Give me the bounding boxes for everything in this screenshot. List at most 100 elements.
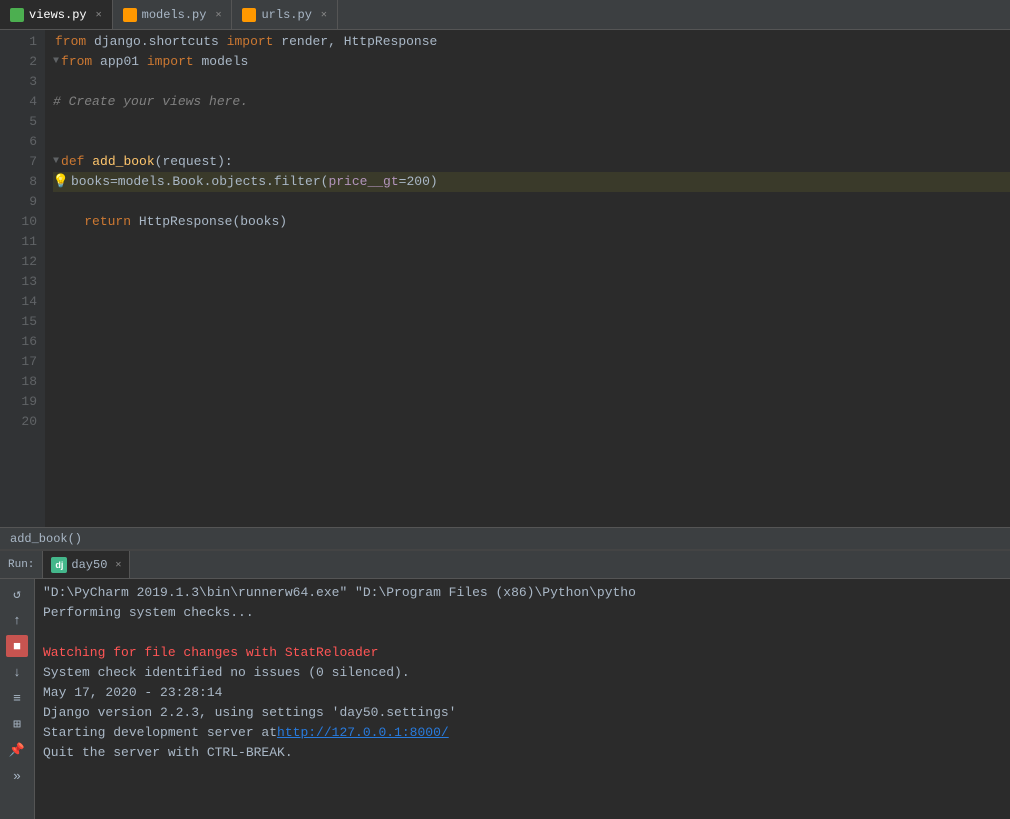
line-num-4: 4	[0, 92, 37, 112]
views-file-icon	[10, 8, 24, 22]
fold-icon-2: ▼	[53, 52, 59, 72]
run-tab-close[interactable]: ✕	[115, 559, 121, 571]
menu-button[interactable]: ≡	[6, 687, 28, 709]
tab-views[interactable]: views.py ✕	[0, 0, 113, 29]
tab-models-label: models.py	[142, 8, 207, 22]
line-num-18: 18	[0, 372, 37, 392]
line-num-19: 19	[0, 392, 37, 412]
output-line-1: "D:\PyCharm 2019.1.3\bin\runnerw64.exe" …	[43, 583, 1002, 603]
run-content: ↺ ↑ ■ ↓ ≡ ⊞ 📌 » "D:\PyCharm 2019.1.3\bin…	[0, 579, 1010, 819]
code-line-7: ▼ def add_book(request):	[53, 152, 1010, 172]
line-num-2: 2	[0, 52, 37, 72]
line-num-14: 14	[0, 292, 37, 312]
line-num-17: 17	[0, 352, 37, 372]
tab-views-label: views.py	[29, 8, 87, 22]
line4-text: # Create your views here.	[53, 92, 248, 112]
code-line-20	[53, 412, 1010, 432]
code-line-17	[53, 352, 1010, 372]
line-numbers: 1 2 3 4 5 6 7 8 9 10 11 12 13 14 15 16 1…	[0, 30, 45, 527]
code-line-19	[53, 392, 1010, 412]
line-num-9: 9	[0, 192, 37, 212]
line-num-7: 7	[0, 152, 37, 172]
tab-models-close[interactable]: ✕	[215, 9, 221, 21]
line-num-20: 20	[0, 412, 37, 432]
tab-models[interactable]: models.py ✕	[113, 0, 233, 29]
line-num-1: 1	[0, 32, 37, 52]
code-line-4: # Create your views here.	[53, 92, 1010, 112]
run-tab-day50[interactable]: dj day50 ✕	[43, 551, 130, 578]
line1-text: from django.shortcuts import render, Htt…	[55, 32, 437, 52]
line10-text: return HttpResponse(books)	[53, 212, 287, 232]
output-line-7: Django version 2.2.3, using settings 'da…	[43, 703, 1002, 723]
stop-button[interactable]: ■	[6, 635, 28, 657]
tab-urls[interactable]: urls.py ✕	[232, 0, 337, 29]
tab-urls-close[interactable]: ✕	[321, 9, 327, 21]
run-panel: Run: dj day50 ✕ ↺ ↑ ■ ↓ ≡ ⊞ 📌 » "D:\PyCh…	[0, 549, 1010, 819]
output-text-4: Watching for file changes with StatReloa…	[43, 643, 378, 663]
scroll-up-button[interactable]: ↑	[6, 609, 28, 631]
output-line-6: May 17, 2020 - 23:28:14	[43, 683, 1002, 703]
output-text-2: Performing system checks...	[43, 603, 254, 623]
line8-text: books=models.Book.objects.filter(price__…	[71, 172, 438, 192]
editor: 1 2 3 4 5 6 7 8 9 10 11 12 13 14 15 16 1…	[0, 30, 1010, 549]
layout-button[interactable]: ⊞	[6, 713, 28, 735]
code-line-6	[53, 132, 1010, 152]
line-num-10: 10	[0, 212, 37, 232]
line-num-11: 11	[0, 232, 37, 252]
code-content[interactable]: from django.shortcuts import render, Htt…	[45, 30, 1010, 527]
output-line-4: Watching for file changes with StatReloa…	[43, 643, 1002, 663]
code-line-15	[53, 312, 1010, 332]
code-line-18	[53, 372, 1010, 392]
line-num-12: 12	[0, 252, 37, 272]
output-text-8a: Starting development server at	[43, 723, 277, 743]
pin-button[interactable]: 📌	[6, 739, 28, 761]
line2-text: from app01 import models	[61, 52, 248, 72]
output-line-9: Quit the server with CTRL-BREAK.	[43, 743, 1002, 763]
code-line-13	[53, 272, 1010, 292]
code-area: 1 2 3 4 5 6 7 8 9 10 11 12 13 14 15 16 1…	[0, 30, 1010, 527]
expand-button[interactable]: »	[6, 765, 28, 787]
tab-urls-label: urls.py	[261, 8, 311, 22]
editor-status-bar: add_book()	[0, 527, 1010, 549]
output-line-5: System check identified no issues (0 sil…	[43, 663, 1002, 683]
line-num-15: 15	[0, 312, 37, 332]
status-function: add_book()	[10, 532, 82, 546]
output-text-9: Quit the server with CTRL-BREAK.	[43, 743, 293, 763]
code-line-16	[53, 332, 1010, 352]
line-num-13: 13	[0, 272, 37, 292]
code-line-2: ▼ from app01 import models	[53, 52, 1010, 72]
line-num-5: 5	[0, 112, 37, 132]
urls-file-icon	[242, 8, 256, 22]
output-text-6: May 17, 2020 - 23:28:14	[43, 683, 222, 703]
server-url-link[interactable]: http://127.0.0.1:8000/	[277, 723, 449, 743]
fold-icon-7: ▼	[53, 152, 59, 172]
run-output: "D:\PyCharm 2019.1.3\bin\runnerw64.exe" …	[35, 579, 1010, 819]
code-line-8: 💡 books=models.Book.objects.filter(price…	[53, 172, 1010, 192]
output-line-2: Performing system checks...	[43, 603, 1002, 623]
code-line-14	[53, 292, 1010, 312]
line-num-16: 16	[0, 332, 37, 352]
scroll-down-button[interactable]: ↓	[6, 661, 28, 683]
code-line-10: return HttpResponse(books)	[53, 212, 1010, 232]
output-text-5: System check identified no issues (0 sil…	[43, 663, 410, 683]
restart-button[interactable]: ↺	[6, 583, 28, 605]
output-text-7: Django version 2.2.3, using settings 'da…	[43, 703, 456, 723]
code-line-12	[53, 252, 1010, 272]
run-label: Run:	[0, 551, 43, 578]
line7-text: def add_book(request):	[61, 152, 233, 172]
output-text-1: "D:\PyCharm 2019.1.3\bin\runnerw64.exe" …	[43, 583, 636, 603]
tab-bar: views.py ✕ models.py ✕ urls.py ✕	[0, 0, 1010, 30]
code-line-3	[53, 72, 1010, 92]
output-line-3	[43, 623, 1002, 643]
run-tab-label: day50	[71, 558, 107, 572]
run-tab-bar: Run: dj day50 ✕	[0, 551, 1010, 579]
code-line-9	[53, 192, 1010, 212]
models-file-icon	[123, 8, 137, 22]
django-icon: dj	[51, 557, 67, 573]
code-line-1: from django.shortcuts import render, Htt…	[53, 32, 1010, 52]
tab-views-close[interactable]: ✕	[96, 9, 102, 21]
line-num-6: 6	[0, 132, 37, 152]
lightbulb-icon[interactable]: 💡	[53, 174, 69, 190]
line-num-3: 3	[0, 72, 37, 92]
code-line-5	[53, 112, 1010, 132]
